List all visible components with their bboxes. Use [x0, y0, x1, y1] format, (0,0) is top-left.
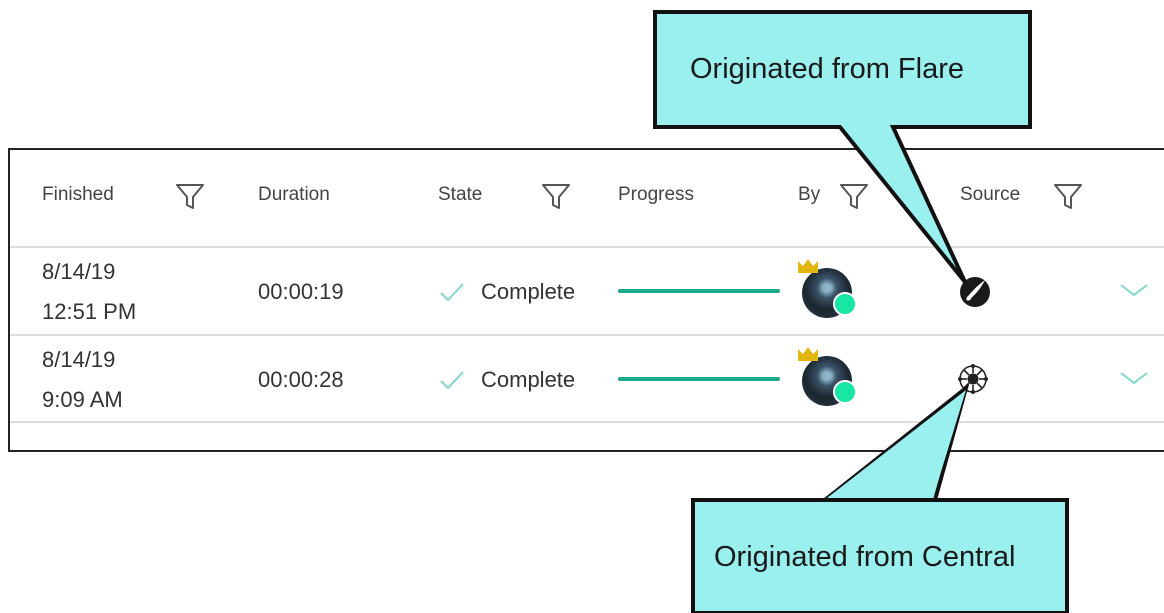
state-filter-icon[interactable]: [540, 180, 572, 212]
finished-date: 8/14/19: [42, 347, 116, 372]
expand-chevron-icon[interactable]: [1119, 282, 1149, 298]
progress-bar: [618, 377, 780, 381]
check-icon: [440, 283, 464, 302]
header-by[interactable]: By: [798, 183, 820, 207]
finished-filter-icon[interactable]: [174, 180, 206, 212]
progress-fill: [618, 289, 780, 293]
header-progress[interactable]: Progress: [618, 183, 694, 207]
state-label: Complete: [481, 367, 576, 392]
user-avatar[interactable]: [797, 258, 863, 318]
finished-time: 12:51 PM: [42, 299, 137, 324]
user-avatar[interactable]: [797, 346, 863, 406]
duration-value: 00:00:28: [258, 367, 344, 392]
progress-fill: [618, 377, 780, 381]
central-icon: [958, 364, 988, 394]
flare-callout-text: Originated from Flare: [690, 53, 964, 85]
flare-icon: [960, 277, 990, 307]
crown-icon: [798, 259, 818, 273]
state-label: Complete: [481, 279, 576, 304]
by-filter-icon[interactable]: [838, 180, 870, 212]
finished-date: 8/14/19: [42, 259, 116, 284]
progress-bar: [618, 289, 780, 293]
header-duration[interactable]: Duration: [258, 183, 330, 207]
expand-chevron-icon[interactable]: [1119, 370, 1149, 386]
crown-icon: [798, 347, 818, 361]
check-icon: [440, 371, 464, 390]
online-status-dot: [833, 292, 857, 316]
online-status-dot: [833, 380, 857, 404]
source-filter-icon[interactable]: [1052, 180, 1084, 212]
header-state[interactable]: State: [438, 183, 482, 207]
duration-value: 00:00:19: [258, 279, 344, 304]
header-source[interactable]: Source: [960, 183, 1020, 207]
header-divider: [10, 246, 1164, 248]
row-divider: [10, 334, 1164, 336]
central-callout-text: Originated from Central: [714, 541, 1016, 573]
row-divider: [10, 421, 1164, 423]
finished-time: 9:09 AM: [42, 387, 123, 412]
header-finished[interactable]: Finished: [42, 183, 114, 207]
